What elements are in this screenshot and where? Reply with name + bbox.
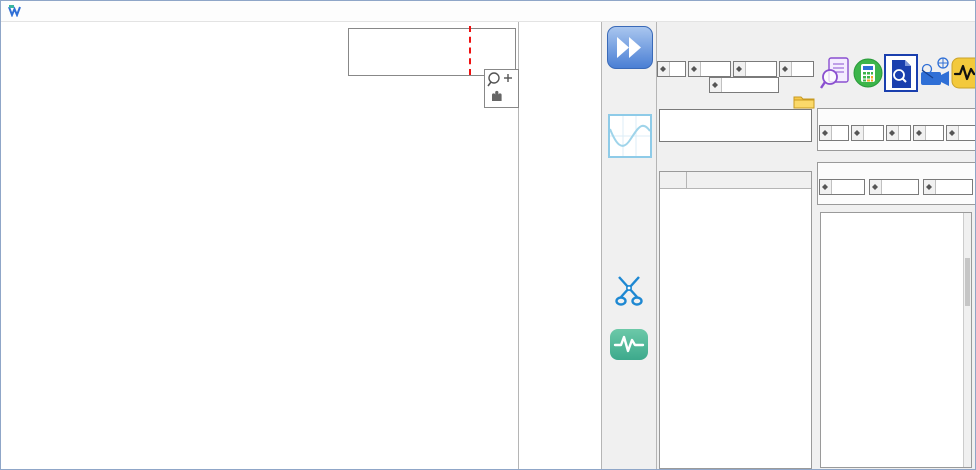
spinner-arrows[interactable]: [658, 62, 670, 76]
magnify-plus-icon: [488, 73, 512, 86]
fast-forward-button[interactable]: [607, 26, 653, 69]
right-panel: [656, 21, 976, 470]
baud-spinner[interactable]: [733, 61, 777, 77]
play-count-spinner[interactable]: [657, 61, 686, 77]
waveform-tool-icon[interactable]: [610, 329, 648, 360]
file-path-field[interactable]: [659, 109, 812, 142]
decode-type-spinner[interactable]: [688, 61, 731, 77]
waveform-list-header: [660, 172, 811, 189]
pan-hand-icon: [492, 91, 502, 101]
zoom-pan-toolbox[interactable]: [484, 69, 519, 108]
update-spinner[interactable]: [923, 179, 973, 195]
spinner-arrows[interactable]: [780, 62, 792, 76]
spinner-arrows[interactable]: [710, 78, 722, 92]
app-icon: [8, 4, 21, 22]
target-spinner[interactable]: [946, 125, 976, 141]
type-spinner[interactable]: [886, 125, 911, 141]
spinner-arrows[interactable]: [734, 62, 746, 76]
measurement-info-panel: [518, 21, 602, 470]
other-info-list[interactable]: [820, 212, 972, 468]
overlay-waveform-icon[interactable]: [951, 57, 976, 89]
preview-icon[interactable]: [886, 58, 916, 90]
video-camera-icon[interactable]: [919, 57, 949, 89]
decode-icon[interactable]: [820, 57, 850, 89]
period-spinner[interactable]: [869, 179, 919, 195]
ac-func-spinner[interactable]: [819, 179, 865, 195]
waveform-list-table[interactable]: [659, 171, 812, 469]
src2-spinner[interactable]: [913, 125, 944, 141]
op-spinner[interactable]: [819, 125, 849, 141]
decode-ch-spinner[interactable]: [779, 61, 814, 77]
calculator-icon[interactable]: [853, 57, 883, 89]
tab-bar: [657, 22, 976, 45]
status-waveform-thumbnail[interactable]: [608, 114, 652, 158]
other-info-scrollbar[interactable]: [963, 213, 971, 467]
src1-spinner[interactable]: [851, 125, 884, 141]
title-bar: [1, 1, 976, 22]
spinner-arrows[interactable]: [689, 62, 701, 76]
tool-column: [602, 21, 656, 470]
red-cursor-over-legend: [469, 26, 471, 75]
scissors-icon[interactable]: [613, 273, 645, 312]
rec-time-spinner[interactable]: [709, 77, 779, 93]
app-window: [0, 0, 976, 470]
